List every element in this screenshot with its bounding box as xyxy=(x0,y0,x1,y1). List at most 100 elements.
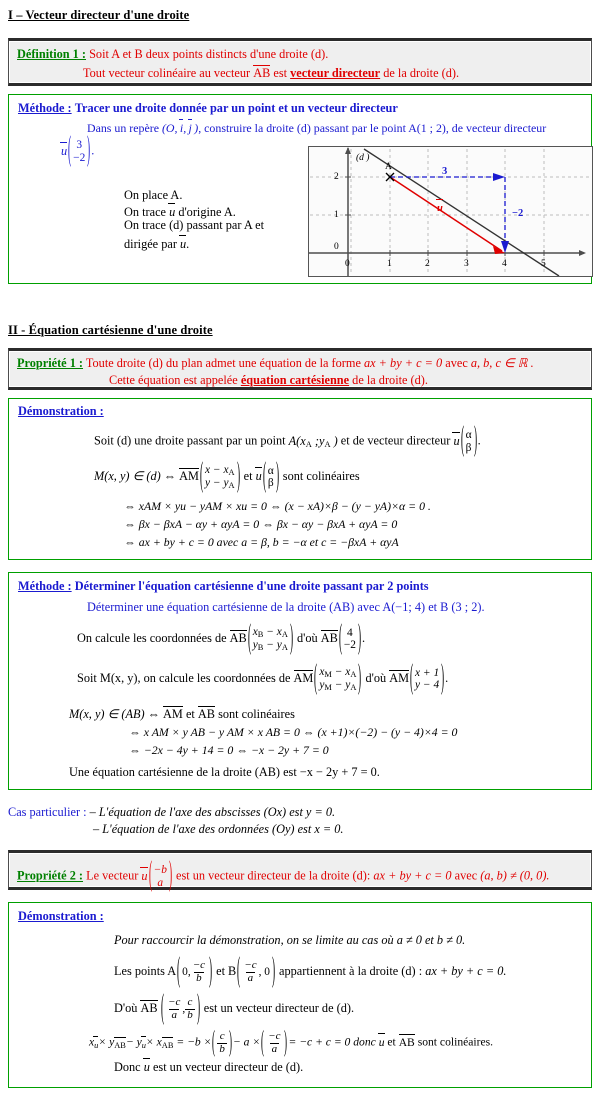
method-2-am-generic: (xM − xA yM − yA) xyxy=(314,659,362,698)
p2-l4-e: = −b × xyxy=(176,1035,212,1049)
special-case-text-1: – L'équation de l'axe des abscisses (Ox)… xyxy=(89,805,336,819)
proof-2-line-5: Donc u est un vecteur directeur de (d). xyxy=(114,1058,303,1075)
proof-1-alpha: α xyxy=(465,429,472,441)
graph-label-component-y: −2 xyxy=(512,208,524,219)
method-2-period-2: . xyxy=(445,671,449,686)
method-2-text-3a: M(x, y) ∈ (AB) ⇔ xyxy=(69,707,160,721)
graph-label-vector-u: u xyxy=(436,199,443,216)
step-2-a: On trace xyxy=(124,205,166,219)
method-1-statement: Dans un repère (O, i, j ), construire la… xyxy=(87,119,546,136)
paren-left: ( xyxy=(68,131,72,170)
method-2-vector-ab: AB xyxy=(229,630,247,646)
proof-1-am-components: (x − xA y − yA) xyxy=(199,457,240,496)
special-case-line-2: – L'équation de l'axe des ordonnées (Oy)… xyxy=(93,822,343,837)
p2-l5-u: u xyxy=(142,1058,151,1074)
method-1-step-1: On place A. xyxy=(124,188,183,202)
property-2-condition: (a, b) ≠ (0, 0). xyxy=(480,868,550,883)
proof-1-header: Démonstration : xyxy=(18,404,104,419)
point-b-fraction-vector: (−c a, 0) xyxy=(237,952,276,990)
graph-label-a: A xyxy=(385,162,392,172)
point-a-fraction-vector: (0, −c b) xyxy=(177,952,213,990)
coordinate-frame: (O, i, j ) xyxy=(161,119,199,135)
proof-2-line-3: D'où AB (−c a, c b) est un vecteur directeu… xyxy=(114,990,355,1025)
proof-1-box: Démonstration : Soit (d) une droite pass… xyxy=(8,398,592,560)
method-2-am-y: y − 4 xyxy=(415,679,440,692)
graph-xtick-5: 5 xyxy=(541,259,546,269)
method-2-text-3c: sont colinéaires xyxy=(218,707,295,721)
proof-1-membership: M(x, y) ∈ (d) ⇔ xyxy=(94,469,177,484)
property-1-text-b: avec xyxy=(445,356,468,370)
proof-1-period: . xyxy=(477,433,481,448)
method-1-step-3: On trace (d) passant par A et xyxy=(124,218,264,232)
proof-1-vector-u: u xyxy=(452,431,460,448)
p2-l4-ab2: AB xyxy=(161,1036,173,1053)
special-case-text-2: – L'équation de l'axe des ordonnées (Oy)… xyxy=(93,822,344,836)
definition-1-emphasis: vecteur directeur xyxy=(290,66,381,80)
proof-2-text-2a: Les points A xyxy=(114,963,177,978)
property-1-text-2b: de la droite (d). xyxy=(352,373,428,387)
property-2-text-b: est un vecteur directeur de la droite (d… xyxy=(176,868,371,883)
p2-l4-j: sont colinéaires. xyxy=(417,1035,494,1049)
proof-2-text-3b: est un vecteur directeur de (d). xyxy=(203,1000,355,1015)
method-1-statement-b: , construire la droite (d) passant par l… xyxy=(198,121,547,135)
p2-l4-ab3: AB xyxy=(398,1033,415,1049)
graph-ytick-1: 1 xyxy=(334,210,339,220)
property-1-condition: a, b, c ∈ ℝ . xyxy=(470,356,534,370)
p2-l5-a: Donc xyxy=(114,1060,141,1074)
proof-1-line-5: ⇔ ax + by + c = 0 avec a = β, b = −α et … xyxy=(124,535,399,550)
method-2-vector-ab-2: AB xyxy=(320,630,338,646)
paren-fraction-c-over-b: (c b) xyxy=(212,1026,232,1059)
proof-1-line-3: ⇔ xAM × yu − yAM × xu = 0 ⇔ (x − xA)×β −… xyxy=(124,499,431,514)
proof-2-text-3a: D'où xyxy=(114,1000,138,1015)
proof-1-text-b: et de vecteur directeur xyxy=(340,433,451,448)
property-2-label: Propriété 2 : xyxy=(17,868,84,883)
property-2-u-components: (−b a) xyxy=(148,856,173,895)
method-2-box: Méthode : Déterminer l'équation cartésie… xyxy=(8,572,592,790)
proof-1-eq-line-5: ⇔ ax + by + c = 0 avec a = β, b = −α et … xyxy=(124,535,399,549)
vector-ab: AB xyxy=(253,65,271,80)
property-1-text-a: Toute droite (d) du plan admet une équat… xyxy=(85,356,361,370)
method-2-ab-x: 4 xyxy=(347,626,353,639)
p2-l4-b: × y xyxy=(98,1035,115,1049)
method-2-vector-am: AM xyxy=(293,670,314,686)
method-2-ab-values: (4 −2) xyxy=(338,619,362,658)
proof-1-beta: β xyxy=(465,441,472,454)
proof-1-line-1: Soit (d) une droite passant par un point… xyxy=(94,421,481,460)
method-2-label: Méthode : xyxy=(18,579,72,593)
method-2-line-2: Soit M(x, y), on calcule les coordonnées… xyxy=(77,659,449,698)
definition-1-box: Définition 1 : Soit A et B deux points d… xyxy=(8,38,592,86)
method-2-am-values: (x + 1y − 4) xyxy=(409,659,445,698)
proof-1-text-2b: et xyxy=(243,469,253,484)
method-2-line-4: ⇔ x AM × y AB − y AM × x AB = 0 ⇔ (x +1)… xyxy=(129,725,458,739)
method-2-text-2a: Soit M(x, y), on calcule les coordonnées… xyxy=(77,671,291,686)
p2-l4-d: × x xyxy=(145,1035,162,1049)
graph-xtick-2: 2 xyxy=(425,259,430,269)
property-2-line: Propriété 2 : Le vecteur u(−b a) est un v… xyxy=(17,856,550,895)
point-a-coords: A(xA ;yA ) xyxy=(288,433,338,449)
proof-1-alpha-2: α xyxy=(267,464,274,477)
graph-ytick-0: 0 xyxy=(334,242,339,252)
proof-1-line-4: ⇔ βx − βxA − αy + αyA = 0 ⇔ βx − αy − βx… xyxy=(124,517,397,532)
method-2-am-x: x + 1 xyxy=(415,666,440,679)
x-axis-arrow xyxy=(579,250,586,256)
method-2-line-5: ⇔ −2x − 4y + 14 = 0 ⇔ −x − 2y + 7 = 0 xyxy=(129,743,329,757)
definition-1-text-2a: Tout vecteur colinéaire au vecteur xyxy=(83,66,251,80)
p2-l4-u1: u xyxy=(93,1035,99,1053)
property-2-u-x: −b xyxy=(153,864,167,876)
y-axis-arrow xyxy=(345,147,351,154)
method-2-title: Déterminer l'équation cartésienne d'une … xyxy=(74,579,429,593)
graph-xtick-3: 3 xyxy=(464,259,469,269)
p2-l5-b: est un vecteur directeur de (d). xyxy=(152,1060,304,1074)
method-2-conclusion: Une équation cartésienne de la droite (A… xyxy=(69,765,380,779)
graph-xtick-4: 4 xyxy=(502,259,507,269)
step-4-b: . xyxy=(186,237,190,251)
section-2-title: II - Équation cartésienne d'une droite xyxy=(8,323,213,337)
proof-1-vector-components: (α β) xyxy=(460,421,477,460)
proof-1-eq-line-3: ⇔ xAM × yu − yAM × xu = 0 ⇔ (x − xA)×β −… xyxy=(124,499,431,513)
section-1-title: I – Vecteur directeur d'une droite xyxy=(8,8,190,22)
property-1-line-1: Propriété 1 : Toute droite (d) du plan a… xyxy=(17,356,534,371)
property-1-equation: ax + by + c = 0 xyxy=(364,356,443,370)
method-2-v-am: AM xyxy=(163,706,183,721)
method-2-ab-y: −2 xyxy=(343,639,356,652)
property-2-equation: ax + by + c = 0 xyxy=(373,868,452,883)
